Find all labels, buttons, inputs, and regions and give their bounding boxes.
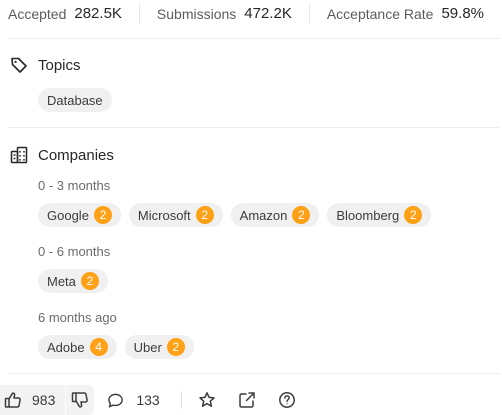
upvote-count: 983 <box>32 392 56 408</box>
company-name: Uber <box>133 339 162 355</box>
star-icon <box>198 392 215 407</box>
tag-icon <box>10 56 28 74</box>
action-divider <box>180 391 182 409</box>
company-name: Adobe <box>47 339 85 355</box>
accepted-value: 282.5K <box>74 5 122 22</box>
company-tag-amazon[interactable]: Amazon 2 <box>230 203 320 227</box>
divider <box>8 38 500 39</box>
comment-icon <box>108 393 124 407</box>
topics-tag-list: Database <box>38 88 112 112</box>
thumbs-down-icon <box>72 392 89 408</box>
company-tag-list: Google 2 Microsoft 2 Amazon 2 Bloomberg … <box>38 203 432 227</box>
company-tag-list: Adobe 4 Uber 2 <box>38 335 194 359</box>
company-group-label: 6 months ago <box>38 310 117 325</box>
thumbs-up-icon <box>4 392 21 408</box>
acceptance-rate-label: Acceptance Rate <box>326 5 434 22</box>
company-name: Google <box>47 207 89 223</box>
company-group-label: 0 - 6 months <box>38 244 111 259</box>
divider <box>8 127 500 128</box>
comment-count: 133 <box>136 392 160 408</box>
company-tag-adobe[interactable]: Adobe 4 <box>38 335 117 359</box>
comments-button[interactable]: 133 <box>107 392 160 409</box>
company-count-badge: 2 <box>195 206 214 224</box>
share-icon <box>238 392 255 408</box>
help-icon <box>278 392 295 408</box>
company-name: Amazon <box>239 207 288 223</box>
stats-row: Accepted 282.5K Submissions 472.2K Accep… <box>8 0 484 27</box>
action-bar: 983 133 <box>0 385 502 415</box>
share-button[interactable] <box>236 389 258 411</box>
help-button[interactable] <box>276 389 298 411</box>
favorite-button[interactable] <box>196 389 218 411</box>
submissions-label: Submissions <box>156 5 237 22</box>
stats-divider <box>138 3 140 24</box>
building-icon <box>10 146 28 164</box>
stats-divider <box>308 3 310 24</box>
company-tag-meta[interactable]: Meta 2 <box>38 269 108 293</box>
topics-title: Topics <box>38 56 81 74</box>
company-count-badge: 4 <box>89 338 108 356</box>
company-name: Microsoft <box>137 207 191 223</box>
submissions-value: 472.2K <box>244 5 292 22</box>
company-tag-microsoft[interactable]: Microsoft 2 <box>128 203 223 227</box>
accepted-stat: Accepted 282.5K <box>8 5 122 22</box>
company-tag-bloomberg[interactable]: Bloomberg 2 <box>327 203 432 227</box>
company-tag-uber[interactable]: Uber 2 <box>124 335 194 359</box>
acceptance-rate-stat: Acceptance Rate 59.8% <box>327 5 484 22</box>
companies-title: Companies <box>38 146 114 164</box>
divider <box>8 373 500 374</box>
company-tag-list: Meta 2 <box>38 269 108 293</box>
company-group-label: 0 - 3 months <box>38 178 111 193</box>
topic-tag[interactable]: Database <box>38 88 112 112</box>
company-count-badge: 2 <box>93 206 112 224</box>
upvote-button[interactable]: 983 <box>0 385 65 415</box>
accepted-label: Accepted <box>8 5 67 22</box>
company-tag-google[interactable]: Google 2 <box>38 203 121 227</box>
submissions-stat: Submissions 472.2K <box>157 5 292 22</box>
vote-group: 983 <box>0 385 95 415</box>
company-name: Bloomberg <box>336 207 400 223</box>
company-name: Meta <box>47 273 76 289</box>
acceptance-rate-value: 59.8% <box>441 5 485 22</box>
topics-header[interactable]: Topics <box>10 56 81 74</box>
company-count-badge: 2 <box>166 338 185 356</box>
company-count-badge: 2 <box>292 206 311 224</box>
company-count-badge: 2 <box>80 272 99 290</box>
problem-info-panel: Accepted 282.5K Submissions 472.2K Accep… <box>0 0 502 415</box>
companies-header[interactable]: Companies <box>10 146 114 164</box>
company-count-badge: 2 <box>404 206 423 224</box>
downvote-button[interactable] <box>66 385 94 415</box>
